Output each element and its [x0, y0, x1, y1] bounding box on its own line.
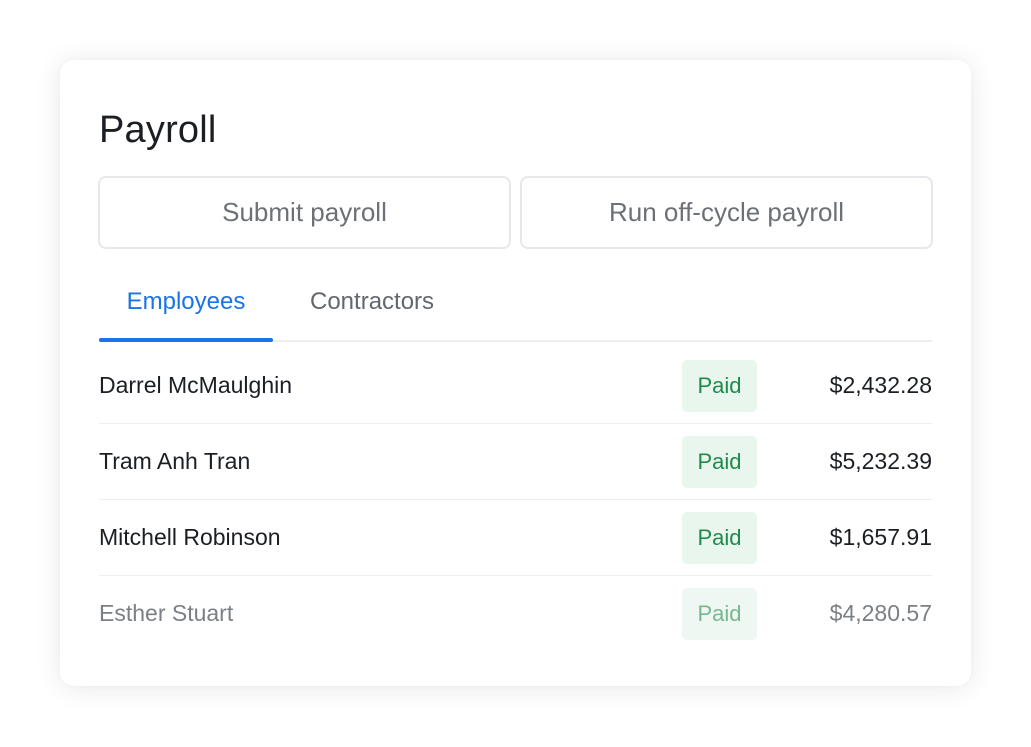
employee-name: Darrel McMaulghin [99, 372, 293, 398]
list-item[interactable]: Tram Anh Tran Paid $5,232.39 [99, 424, 932, 500]
status-badge: Paid [682, 360, 757, 412]
payroll-actions: Submit payroll Run off-cycle payroll [98, 176, 933, 249]
tab-bar: Employees Contractors [99, 280, 932, 342]
submit-payroll-button[interactable]: Submit payroll [98, 176, 511, 249]
list-item[interactable]: Darrel McMaulghin Paid $2,432.28 [99, 348, 932, 424]
payment-amount: $5,232.39 [829, 448, 932, 474]
employee-name: Mitchell Robinson [99, 524, 281, 550]
tab-employees[interactable]: Employees [99, 280, 273, 340]
payment-amount: $1,657.91 [829, 524, 932, 550]
status-badge: Paid [682, 588, 757, 640]
list-item[interactable]: Esther Stuart Paid $4,280.57 [99, 576, 932, 651]
active-tab-indicator [99, 338, 273, 342]
status-badge: Paid [682, 436, 757, 488]
payroll-card: Payroll Submit payroll Run off-cycle pay… [60, 60, 971, 686]
tab-contractors[interactable]: Contractors [310, 280, 434, 340]
status-badge: Paid [682, 512, 757, 564]
list-item[interactable]: Mitchell Robinson Paid $1,657.91 [99, 500, 932, 576]
run-off-cycle-payroll-button[interactable]: Run off-cycle payroll [520, 176, 933, 249]
employee-name: Esther Stuart [99, 600, 234, 626]
employee-list: Darrel McMaulghin Paid $2,432.28 Tram An… [99, 348, 932, 651]
payment-amount: $2,432.28 [829, 372, 932, 398]
employee-name: Tram Anh Tran [99, 448, 251, 474]
payment-amount: $4,280.57 [829, 600, 932, 626]
page-title: Payroll [99, 109, 217, 151]
